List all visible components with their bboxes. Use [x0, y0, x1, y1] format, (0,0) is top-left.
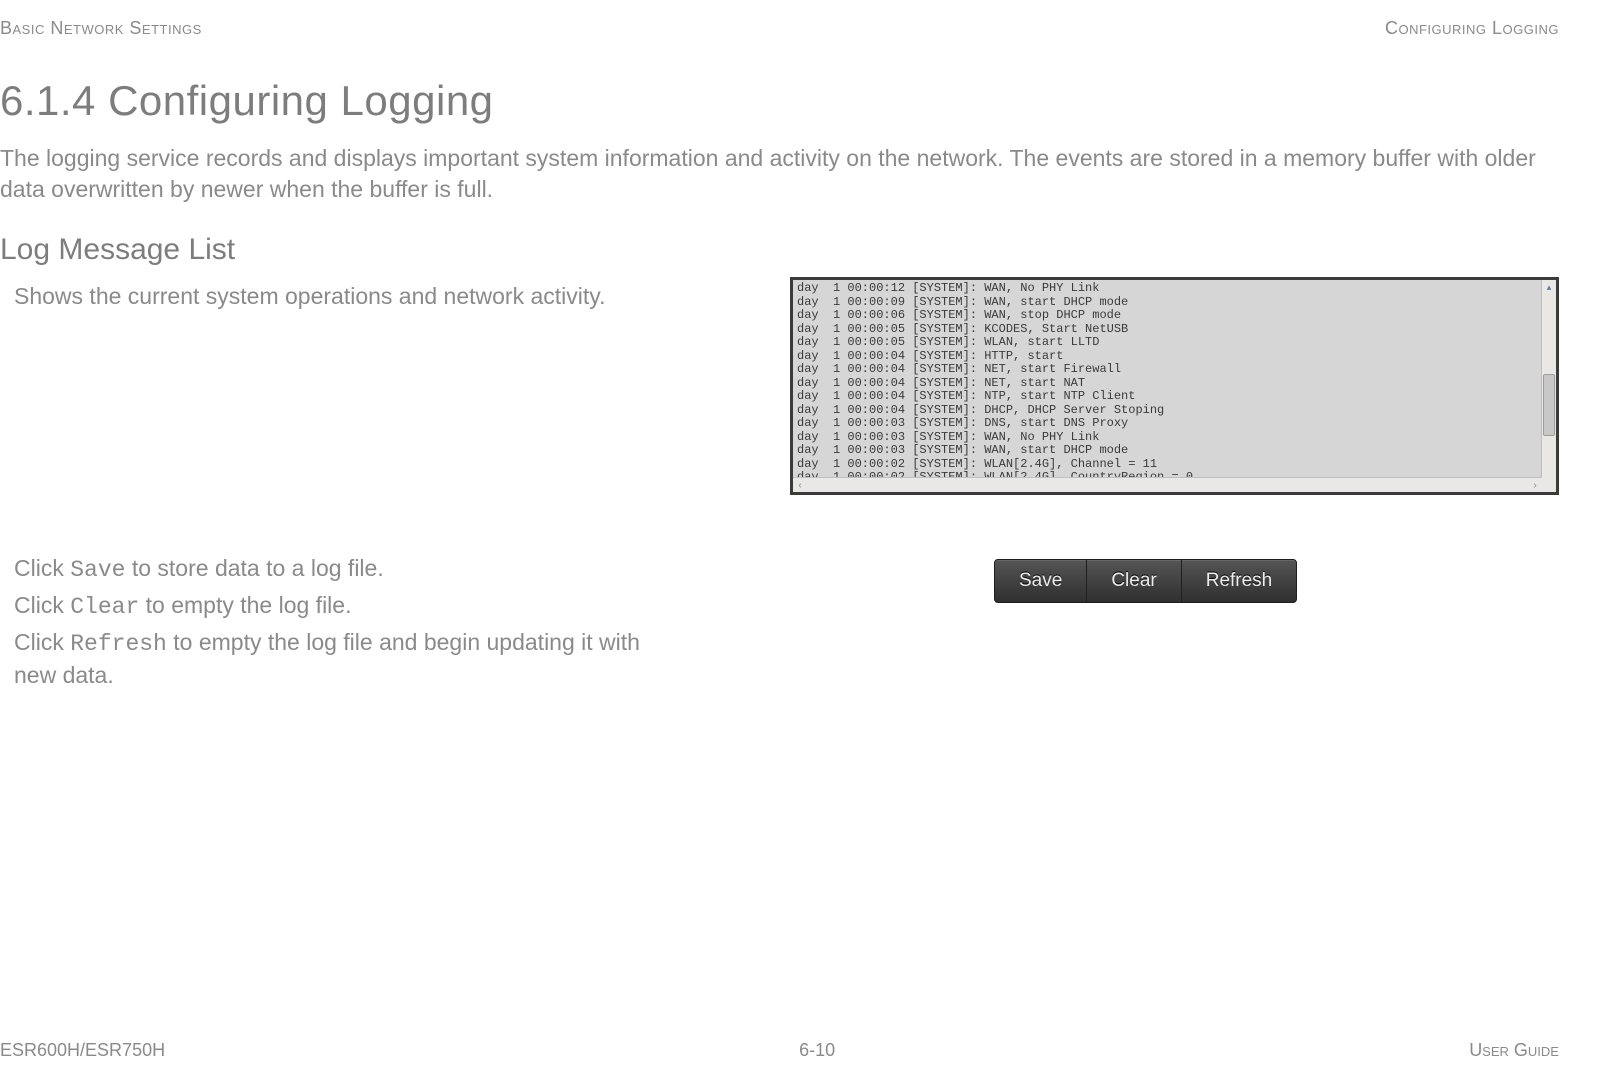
horizontal-scrollbar[interactable]: ‹ ›	[793, 477, 1542, 492]
log-panel: day 1 00:00:12 [SYSTEM]: WAN, No PHY Lin…	[790, 277, 1559, 495]
running-header: Basic Network Settings Configuring Loggi…	[0, 18, 1559, 59]
running-footer: ESR600H/ESR750H 6-10 User Guide	[0, 1040, 1559, 1061]
scroll-up-icon[interactable]: ▴	[1542, 280, 1556, 294]
log-description: Shows the current system operations and …	[14, 283, 774, 310]
instr-save-pre: Click	[14, 555, 70, 581]
refresh-button[interactable]: Refresh	[1182, 560, 1297, 602]
instruction-block: Click Save to store data to a log file. …	[14, 553, 654, 695]
footer-left: ESR600H/ESR750H	[0, 1040, 165, 1061]
page-title: 6.1.4 Configuring Logging	[0, 77, 1559, 125]
header-right: Configuring Logging	[1385, 18, 1559, 39]
scroll-left-icon[interactable]: ‹	[793, 480, 807, 491]
header-left: Basic Network Settings	[0, 18, 202, 39]
sub-heading: Log Message List	[0, 233, 1559, 267]
instr-clear-post: to empty the log file.	[139, 592, 351, 618]
vertical-scrollbar[interactable]: ▴	[1541, 280, 1556, 492]
intro-text: The logging service records and displays…	[0, 143, 1559, 205]
log-text-area[interactable]: day 1 00:00:12 [SYSTEM]: WAN, No PHY Lin…	[793, 280, 1541, 492]
scroll-right-icon[interactable]: ›	[1528, 480, 1542, 491]
instr-clear-code: Clear	[70, 594, 139, 620]
footer-center: 6-10	[799, 1040, 835, 1061]
clear-button[interactable]: Clear	[1087, 560, 1181, 602]
instr-refresh-pre: Click	[14, 629, 70, 655]
instr-save-code: Save	[70, 557, 125, 583]
instr-save-post: to store data to a log file.	[125, 555, 383, 581]
instr-clear-pre: Click	[14, 592, 70, 618]
footer-right: User Guide	[1469, 1040, 1559, 1061]
instr-refresh-code: Refresh	[70, 631, 167, 657]
action-button-bar: Save Clear Refresh	[994, 559, 1297, 603]
scroll-thumb[interactable]	[1543, 374, 1555, 436]
save-button[interactable]: Save	[995, 560, 1087, 602]
